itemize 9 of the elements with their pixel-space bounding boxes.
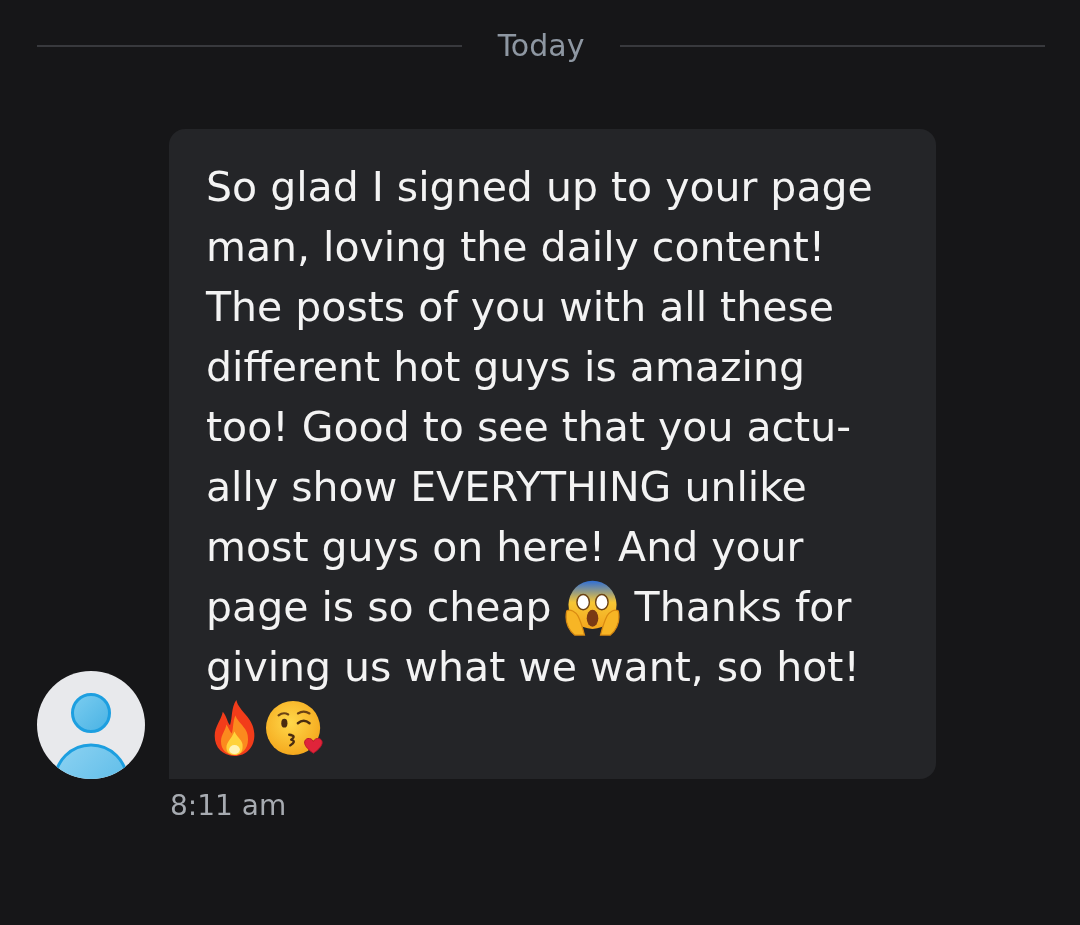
message-text: Thanks for: [634, 582, 852, 633]
message-text: giving us what we want, so hot!: [206, 642, 860, 693]
message-time: 8:11 am: [170, 789, 287, 823]
screaming-face-icon: [563, 579, 621, 636]
user-avatar-icon: [37, 671, 145, 779]
kissing-face-icon: [265, 699, 325, 757]
fire-icon: [212, 699, 257, 757]
date-label: Today: [497, 28, 585, 64]
message-text: page is so cheap: [206, 582, 552, 633]
